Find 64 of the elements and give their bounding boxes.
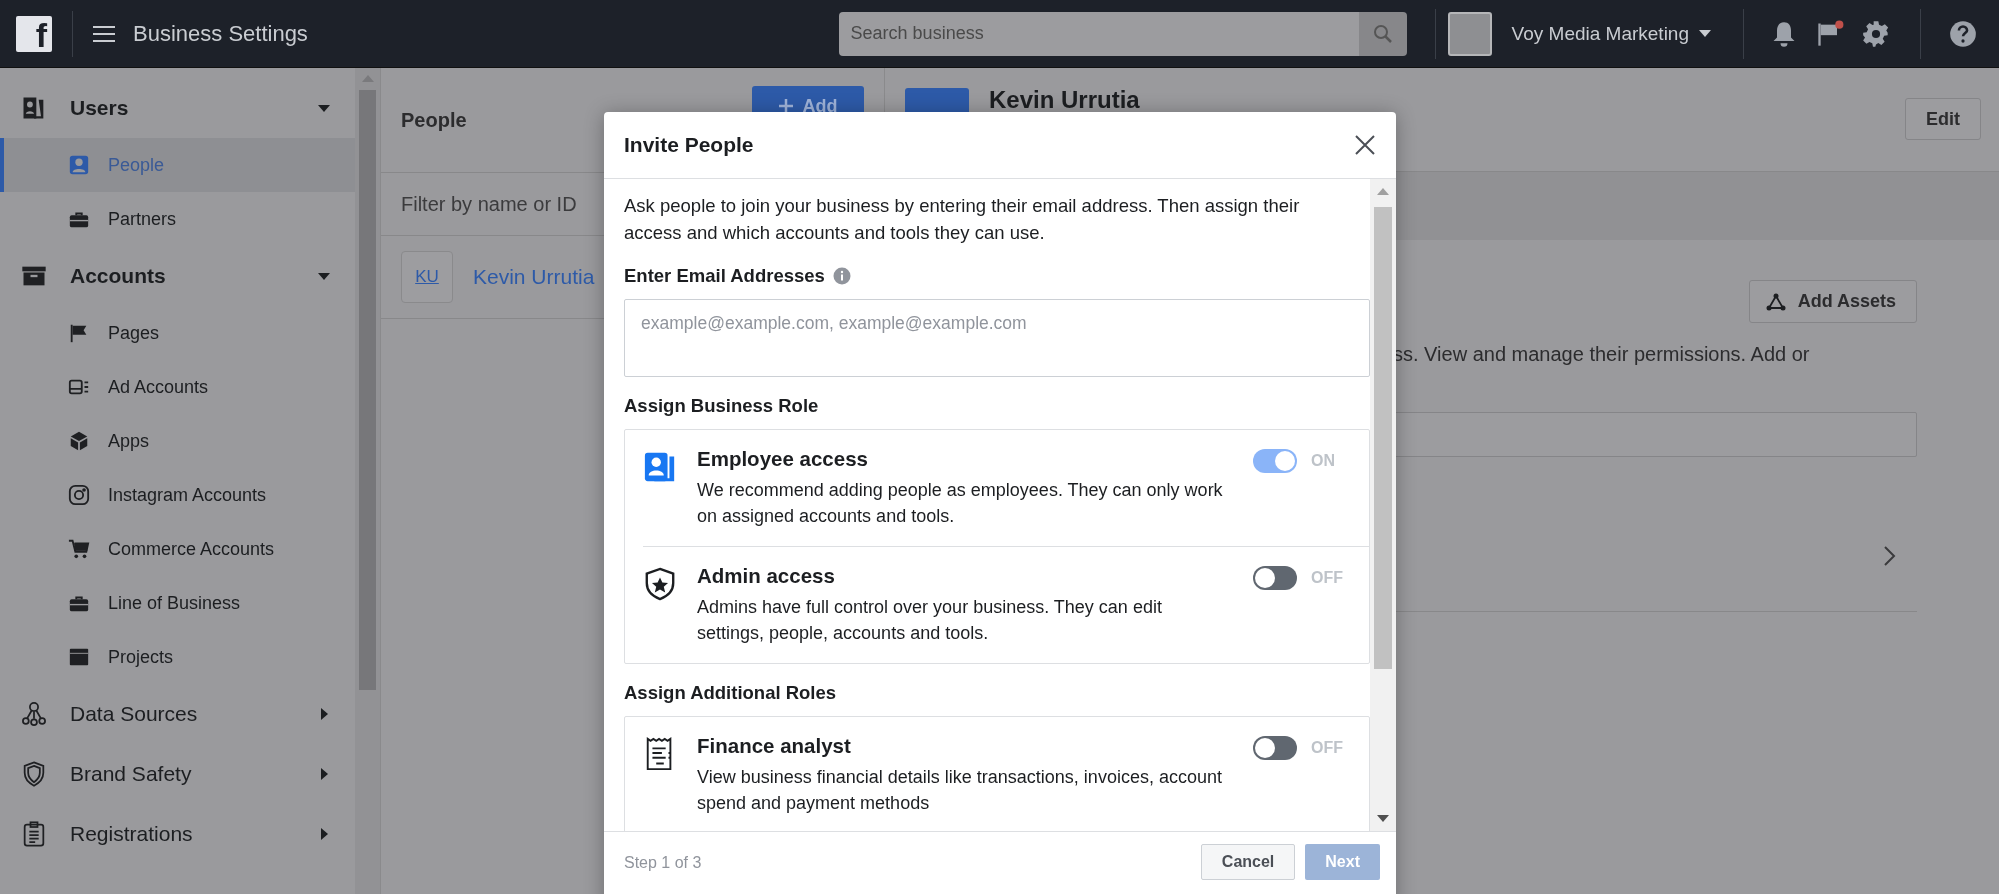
- app-title: Business Settings: [133, 20, 308, 47]
- cart-icon: [68, 538, 90, 560]
- cube-icon: [68, 430, 90, 452]
- sidebar-section[interactable]: Data Sources: [0, 684, 355, 744]
- scrollbar[interactable]: [1370, 179, 1396, 831]
- settings-icon[interactable]: [1862, 19, 1890, 48]
- sidebar-item[interactable]: Apps: [0, 414, 355, 468]
- toggle-switch[interactable]: [1253, 565, 1297, 590]
- toggle-label: OFF: [1311, 739, 1343, 757]
- role-title: Admin access: [697, 563, 836, 588]
- role-title: Finance analyst: [697, 734, 852, 758]
- cancel-button[interactable]: Cancel: [1200, 844, 1296, 880]
- role-title: Employee access: [697, 446, 869, 471]
- camera-icon: [68, 484, 90, 506]
- step-indicator: Step 1 of 3: [624, 854, 703, 872]
- scrollbar[interactable]: [355, 68, 380, 894]
- account-switcher[interactable]: Voy Media Marketing: [1505, 21, 1717, 46]
- close-icon[interactable]: [1354, 134, 1376, 156]
- sidebar-item[interactable]: Projects: [0, 630, 355, 684]
- role-description: View business financial details like transactions, invoices, account spend and payment methods: [697, 766, 1223, 816]
- sidebar-section[interactable]: Registrations: [0, 804, 355, 864]
- triangle-nodes-icon: [1765, 292, 1786, 311]
- chevron-right-icon[interactable]: [1883, 545, 1897, 567]
- help-icon[interactable]: [1949, 19, 1977, 48]
- section-label: Assign Additional Roles: [624, 682, 837, 704]
- sidebar-item[interactable]: Ad Accounts: [0, 360, 355, 414]
- caret-down-icon[interactable]: [1699, 29, 1711, 38]
- edit-button[interactable]: Edit: [1905, 98, 1981, 140]
- sidebar-section[interactable]: Users: [0, 78, 355, 138]
- shield-star-icon: [643, 565, 677, 602]
- role-description: Admins have full control over your business. They can edit settings, people, accounts and tools.: [697, 595, 1163, 645]
- account-avatar[interactable]: [1447, 11, 1492, 56]
- section-label: Enter Email Addresses: [624, 264, 825, 287]
- toggle-switch[interactable]: [1253, 448, 1297, 473]
- email-field[interactable]: example@example.com, example@example.com: [624, 298, 1370, 377]
- person-icon: [68, 154, 90, 176]
- sidebar-section[interactable]: Brand Safety: [0, 744, 355, 804]
- sidebar-item[interactable]: Partners: [0, 192, 355, 246]
- toggle-label: OFF: [1311, 568, 1343, 587]
- add-assets-button[interactable]: Add Assets: [1748, 280, 1917, 323]
- sidebar-item[interactable]: Line of Business: [0, 576, 355, 630]
- search-icon[interactable]: [1358, 11, 1407, 56]
- initials-avatar: KU: [401, 251, 453, 303]
- plus-icon: [778, 99, 793, 113]
- flag-icon[interactable]: [1816, 19, 1844, 48]
- toggle-label: ON: [1311, 451, 1335, 470]
- search-field[interactable]: Search business: [838, 11, 1359, 56]
- folder-icon: [68, 646, 90, 668]
- app-logo[interactable]: f: [16, 15, 52, 52]
- sidebar-item[interactable]: Instagram Accounts: [0, 468, 355, 522]
- search-field[interactable]: [1393, 412, 1917, 457]
- toggle-switch[interactable]: [1253, 736, 1297, 760]
- sidebar-section[interactable]: Accounts: [0, 246, 355, 306]
- scroll-down-icon[interactable]: [1377, 815, 1389, 823]
- panel-title: People: [401, 108, 468, 132]
- person-name: Kevin Urrutia: [989, 86, 1141, 114]
- menu-icon[interactable]: [93, 24, 115, 43]
- section-label: Assign Business Role: [624, 394, 819, 417]
- dialog-title: Invite People: [624, 133, 755, 157]
- sidebar-item[interactable]: Commerce Accounts: [0, 522, 355, 576]
- sidebar-item[interactable]: Pages: [0, 306, 355, 360]
- info-icon[interactable]: [832, 266, 851, 285]
- nodes-icon: [20, 700, 48, 728]
- role-description: We recommend adding people as employees. They can only work on assigned accounts and tools.: [697, 478, 1224, 528]
